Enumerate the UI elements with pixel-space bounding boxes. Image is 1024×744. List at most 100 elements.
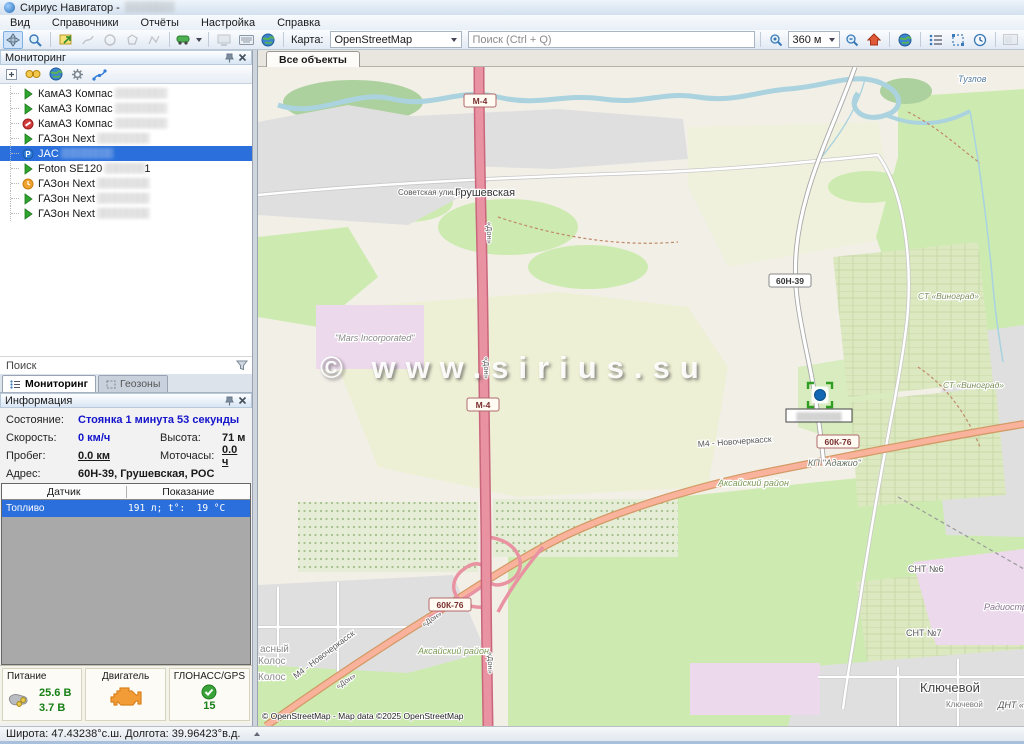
- globe-icon: [261, 33, 275, 47]
- circle-geozone-button[interactable]: [100, 31, 120, 49]
- tab-label: Геозоны: [120, 378, 160, 390]
- vehicle-plate-redacted: ▒▒▒▒▒▒▒: [104, 163, 144, 174]
- polyline-icon: [147, 33, 161, 47]
- marker-plate-redacted: ▒▒▒▒▒▒▒▒: [796, 412, 842, 421]
- legend-button[interactable]: [926, 31, 946, 49]
- sensor-row-selected[interactable]: Топливо 191 л; t°: 19 °C: [2, 500, 250, 517]
- pin-icon[interactable]: [225, 396, 234, 406]
- svg-text:P: P: [25, 149, 31, 158]
- map-label-don: «Дон»: [486, 652, 495, 674]
- status-bar: Широта: 47.43238°с.ш. Долгота: 39.96423°…: [0, 726, 1024, 744]
- map-shield-60k76: 60К-76: [825, 437, 852, 447]
- globe-button[interactable]: [258, 31, 278, 49]
- menu-reports[interactable]: Отчёты: [141, 17, 179, 29]
- state-value: Стоянка 1 минута 53 секунды: [78, 414, 239, 426]
- minimap-button[interactable]: [1001, 31, 1021, 49]
- chevron-down-icon: [829, 38, 835, 42]
- panel-view-button[interactable]: [214, 31, 234, 49]
- history-button[interactable]: [970, 31, 990, 49]
- map-label-st-vinograd: СТ «Виноград»: [943, 380, 1004, 390]
- sensor-table-empty: [2, 517, 250, 664]
- app-window: { "window": { "title": "Сириус Навигатор…: [0, 0, 1024, 744]
- vehicle-row[interactable]: ГАЗон Next ▒▒▒▒▒▒▒▒▒: [0, 131, 252, 146]
- gauge-panels: Питание 25.6 В 3.7 В Двигатель ГЛОНАСС/G…: [0, 665, 252, 723]
- pan-tool-button[interactable]: [3, 31, 23, 49]
- polygon-geozone-button[interactable]: [122, 31, 142, 49]
- select-area-button[interactable]: [948, 31, 968, 49]
- show-on-map-button[interactable]: [56, 31, 76, 49]
- monitoring-panel-title: Мониторинг: [5, 52, 221, 64]
- map-label-mars: "Mars Incorporated": [335, 333, 415, 343]
- find-vehicle-button[interactable]: [25, 68, 41, 80]
- monitoring-toolbar: [0, 65, 252, 84]
- close-icon[interactable]: [238, 396, 247, 405]
- map-attribution: © OpenStreetMap - Map data ©2025 OpenStr…: [262, 711, 464, 721]
- title-bar: Сириус Навигатор - ▒▒▒▒▒▒▒▒: [0, 0, 1024, 15]
- tab-monitoring[interactable]: Мониторинг: [2, 375, 96, 392]
- map-label-don: «Дон»: [482, 357, 491, 379]
- keyboard-button[interactable]: [236, 31, 256, 49]
- map-label-klyuchevoy-small: Ключевой: [946, 700, 983, 709]
- status-moving-icon: [22, 103, 34, 115]
- zoom-out-icon: [845, 33, 859, 47]
- map-select[interactable]: OpenStreetMap: [330, 31, 462, 48]
- statusbar-expand-icon[interactable]: [254, 732, 260, 736]
- vehicle-name: КамАЗ Компас: [38, 103, 113, 115]
- track-button[interactable]: [78, 31, 98, 49]
- zoom-tool-button[interactable]: [25, 31, 45, 49]
- motohours-value[interactable]: 0.0 ч: [222, 444, 246, 468]
- zoom-out-button[interactable]: [842, 31, 862, 49]
- speed-value: 0 км/ч: [78, 432, 150, 444]
- vehicle-plate-redacted: ▒▒▒▒▒▒▒▒▒: [97, 178, 149, 189]
- expand-all-button[interactable]: [6, 69, 17, 80]
- vehicle-position-dot: [815, 390, 826, 401]
- menu-help[interactable]: Справка: [277, 17, 320, 29]
- vehicle-name: ГАЗон Next: [38, 193, 95, 205]
- menu-settings[interactable]: Настройка: [201, 17, 255, 29]
- vehicle-name: ГАЗон Next: [38, 178, 95, 190]
- vehicle-name: ГАЗон Next: [38, 208, 95, 220]
- map-label-tuzlov: Тузлов: [958, 74, 987, 84]
- status-moving-icon: [22, 208, 34, 220]
- tab-geozones[interactable]: Геозоны: [98, 375, 168, 392]
- window-title: Сириус Навигатор -: [20, 2, 120, 14]
- menu-view[interactable]: Вид: [10, 17, 30, 29]
- track-points-button[interactable]: [92, 68, 107, 81]
- gnss-satellite-count: 15: [203, 700, 215, 712]
- map-label-st-vinograd: СТ «Виноград»: [918, 291, 979, 301]
- vehicle-row[interactable]: КамАЗ Компас ▒▒▒▒▒▒▒▒▒: [0, 116, 252, 131]
- global-search-input[interactable]: [468, 31, 755, 48]
- vehicle-row[interactable]: КамАЗ Компас ▒▒▒▒▒▒▒▒▒: [0, 86, 252, 101]
- close-icon[interactable]: [238, 53, 247, 62]
- panel-icon: [1003, 34, 1018, 45]
- vehicle-row[interactable]: ГАЗон Next ▒▒▒▒▒▒▒▒▒: [0, 191, 252, 206]
- vehicle-plate-redacted: ▒▒▒▒▒▒▒▒▒: [97, 133, 149, 144]
- map-canvas[interactable]: Советская улица Грушевская Тузлов "Mars …: [258, 67, 1024, 726]
- vehicle-row[interactable]: ГАЗон Next ▒▒▒▒▒▒▒▒▒: [0, 206, 252, 221]
- vehicle-menu-button[interactable]: [175, 31, 203, 49]
- speed-label: Скорость:: [6, 432, 78, 444]
- vehicle-row[interactable]: Foton SE120 ▒▒▒▒▒▒▒1: [0, 161, 252, 176]
- zoom-in-button[interactable]: [766, 31, 786, 49]
- vehicle-plate-redacted: ▒▒▒▒▒▒▒▒▒: [61, 148, 113, 159]
- polyline-geozone-button[interactable]: [144, 31, 164, 49]
- globe-button[interactable]: [49, 67, 63, 81]
- vehicle-search-input[interactable]: [4, 359, 232, 373]
- vehicle-row-selected[interactable]: PJAC▒▒▒▒▒▒▒▒▒: [0, 146, 252, 161]
- filter-icon[interactable]: [236, 360, 248, 371]
- pin-icon[interactable]: [225, 53, 234, 63]
- mileage-value[interactable]: 0.0 км: [78, 450, 150, 462]
- vehicle-name: КамАЗ Компас: [38, 88, 113, 100]
- vehicle-row[interactable]: КамАЗ Компас ▒▒▒▒▒▒▒▒▒: [0, 101, 252, 116]
- menu-directories[interactable]: Справочники: [52, 17, 119, 29]
- power-gauge: Питание 25.6 В 3.7 В: [2, 668, 82, 721]
- home-position-button[interactable]: [864, 31, 884, 49]
- settings-button[interactable]: [71, 68, 84, 81]
- map-scale-select[interactable]: 360 м: [788, 31, 840, 48]
- map-label-dnt: ДНТ «Н: [997, 700, 1024, 710]
- tree-connector: [11, 213, 19, 214]
- vehicle-row[interactable]: ГАЗон Next ▒▒▒▒▒▒▒▒▒: [0, 176, 252, 191]
- map-objects-button[interactable]: [895, 31, 915, 49]
- map-tab-all-objects[interactable]: Все объекты: [266, 51, 360, 67]
- altitude-label: Высота:: [160, 432, 222, 444]
